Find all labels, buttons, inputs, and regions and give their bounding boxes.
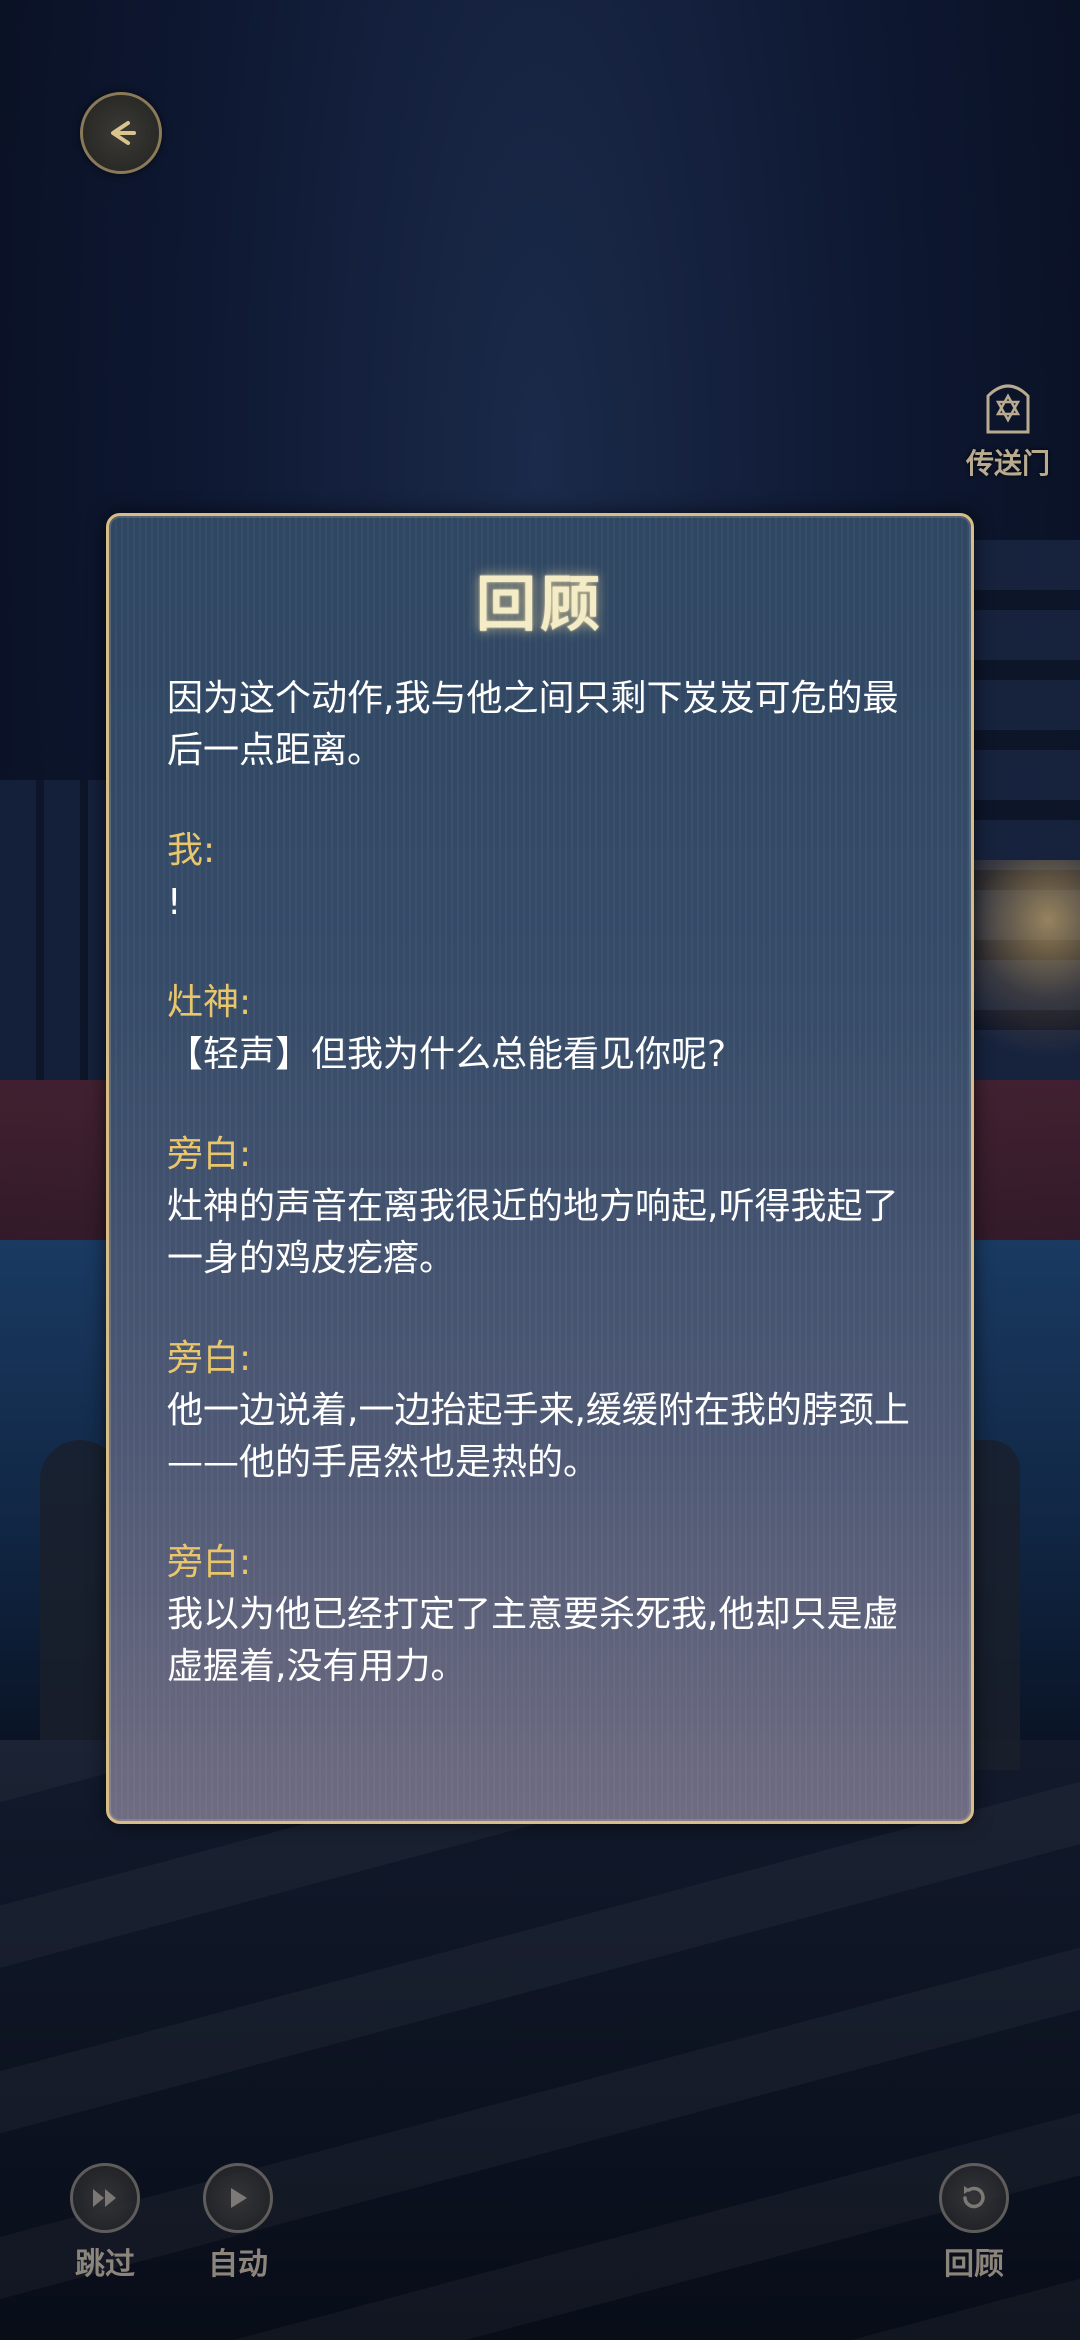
portal-label: 传送门 bbox=[965, 447, 1050, 480]
log-entry: 我: ! bbox=[167, 825, 913, 929]
log-speaker: 旁白: bbox=[167, 1542, 252, 1583]
log-text: 【轻声】但我为什么总能看见你呢? bbox=[167, 1034, 727, 1075]
review-panel: 回顾 因为这个动作,我与他之间只剩下岌岌可危的最后一点距离。 我: ! 灶神: … bbox=[106, 513, 974, 1824]
log-text: 他一边说着,一边抬起手来,缓缓附在我的脖颈上——他的手居然也是热的。 bbox=[167, 1390, 910, 1483]
log-entry: 旁白: 他一边说着,一边抬起手来,缓缓附在我的脖颈上——他的手居然也是热的。 bbox=[167, 1333, 913, 1489]
log-speaker: 灶神: bbox=[167, 982, 252, 1023]
review-label: 回顾 bbox=[944, 2247, 1004, 2282]
review-log[interactable]: 因为这个动作,我与他之间只剩下岌岌可危的最后一点距离。 我: ! 灶神: 【轻声… bbox=[167, 673, 913, 1700]
fast-forward-icon bbox=[93, 2189, 116, 2207]
rewind-history-icon bbox=[963, 2186, 985, 2209]
play-icon bbox=[231, 2188, 247, 2208]
game-screen: 传送门 回顾 因为这个动作,我与他之间只剩下岌岌可危的最后一点距离。 我: ! … bbox=[0, 0, 1080, 2340]
log-entry: 旁白: 我以为他已经打定了主意要杀死我,他却只是虚虚握着,没有用力。 bbox=[167, 1537, 913, 1693]
auto-button[interactable]: 自动 bbox=[178, 2163, 298, 2283]
log-speaker: 旁白: bbox=[167, 1134, 252, 1175]
review-circle bbox=[939, 2163, 1009, 2233]
skip-circle bbox=[70, 2163, 140, 2233]
log-entry: 旁白: 灶神的声音在离我很近的地方响起,听得我起了一身的鸡皮疙瘩。 bbox=[167, 1129, 913, 1285]
skip-label: 跳过 bbox=[75, 2247, 135, 2282]
panel-title: 回顾 bbox=[476, 570, 604, 640]
log-text: 因为这个动作,我与他之间只剩下岌岌可危的最后一点距离。 bbox=[167, 678, 899, 771]
review-button[interactable]: 回顾 bbox=[914, 2163, 1034, 2283]
log-text: 我以为他已经打定了主意要杀死我,他却只是虚虚握着,没有用力。 bbox=[167, 1594, 899, 1687]
portal-button[interactable]: 传送门 bbox=[958, 372, 1058, 482]
log-speaker: 我: bbox=[167, 830, 216, 871]
log-speaker: 旁白: bbox=[167, 1338, 252, 1379]
back-button[interactable] bbox=[80, 92, 162, 174]
log-text: ! bbox=[167, 882, 182, 923]
auto-label: 自动 bbox=[208, 2247, 268, 2282]
portal-star-icon bbox=[986, 384, 1030, 434]
skip-button[interactable]: 跳过 bbox=[45, 2163, 165, 2283]
auto-circle bbox=[203, 2163, 273, 2233]
log-entry: 灶神: 【轻声】但我为什么总能看见你呢? bbox=[167, 977, 913, 1081]
log-text: 灶神的声音在离我很近的地方响起,听得我起了一身的鸡皮疙瘩。 bbox=[167, 1186, 899, 1279]
back-arrow-icon bbox=[111, 121, 136, 145]
log-entry: 因为这个动作,我与他之间只剩下岌岌可危的最后一点距离。 bbox=[167, 673, 913, 777]
